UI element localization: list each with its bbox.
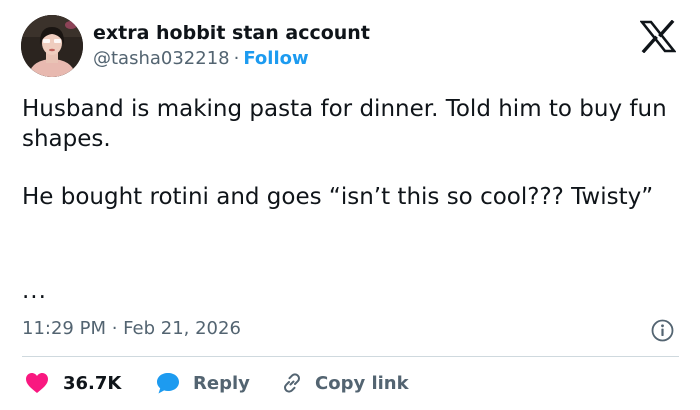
display-name[interactable]: extra hobbit stan account	[93, 22, 370, 44]
action-bar: 36.7K Reply Copy link	[0, 368, 700, 398]
handle-separator: ·	[233, 48, 240, 69]
tweet-paragraph: He bought rotini and goes “isn’t this so…	[22, 184, 654, 210]
info-icon[interactable]	[651, 319, 674, 342]
like-count: 36.7K	[63, 372, 122, 394]
tweet-timestamp[interactable]: 11:29 PM · Feb 21, 2026	[22, 318, 241, 339]
link-icon	[281, 372, 303, 394]
avatar-photo	[21, 15, 83, 77]
tweet-card: extra hobbit stan account @tasha032218 · F…	[0, 0, 700, 410]
like-button[interactable]: 36.7K	[25, 368, 121, 398]
follow-button[interactable]: Follow	[243, 48, 308, 69]
user-handle[interactable]: @tasha032218	[93, 48, 230, 69]
reply-label: Reply	[193, 372, 250, 394]
reply-bubble-icon	[155, 371, 181, 395]
copy-link-label: Copy link	[315, 372, 409, 394]
handle-row: @tasha032218 · Follow	[93, 48, 309, 69]
avatar[interactable]	[21, 15, 83, 77]
truncation-ellipsis: ...	[22, 278, 47, 304]
tweet-text: Husband is making pasta for dinner. Told…	[22, 94, 672, 212]
heart-icon	[25, 372, 49, 394]
copy-link-button[interactable]: Copy link	[281, 368, 409, 398]
x-logo-icon[interactable]	[639, 19, 677, 54]
reply-button[interactable]: Reply	[155, 368, 250, 398]
divider	[22, 356, 679, 357]
tweet-paragraph: Husband is making pasta for dinner. Told…	[22, 96, 667, 152]
